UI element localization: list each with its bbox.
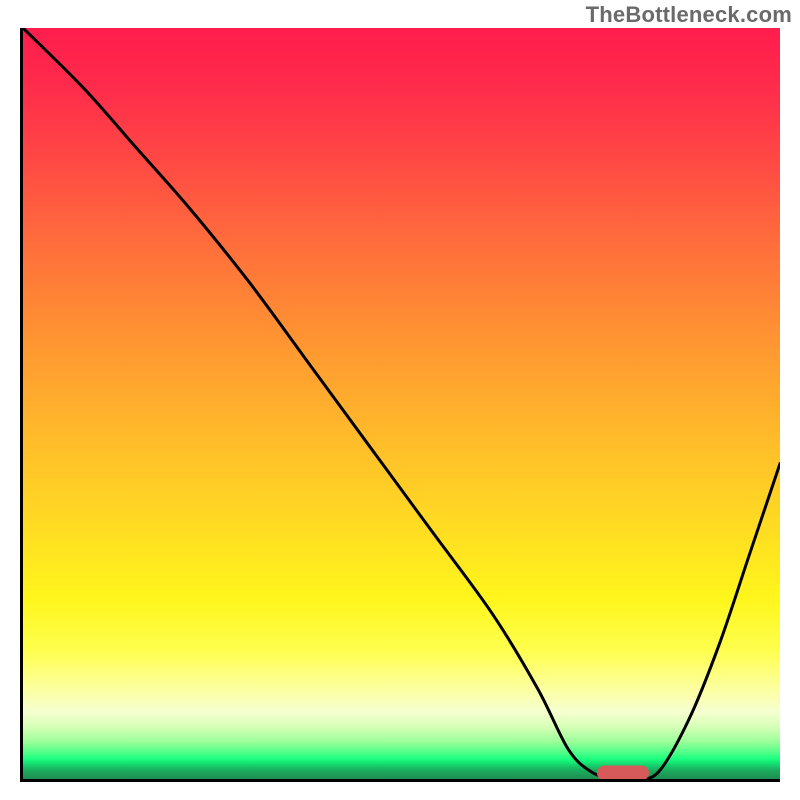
watermark-text: TheBottleneck.com (586, 2, 792, 28)
chart-plot-area (20, 28, 780, 782)
optimal-range-marker (597, 765, 649, 780)
bottleneck-curve (23, 28, 780, 779)
